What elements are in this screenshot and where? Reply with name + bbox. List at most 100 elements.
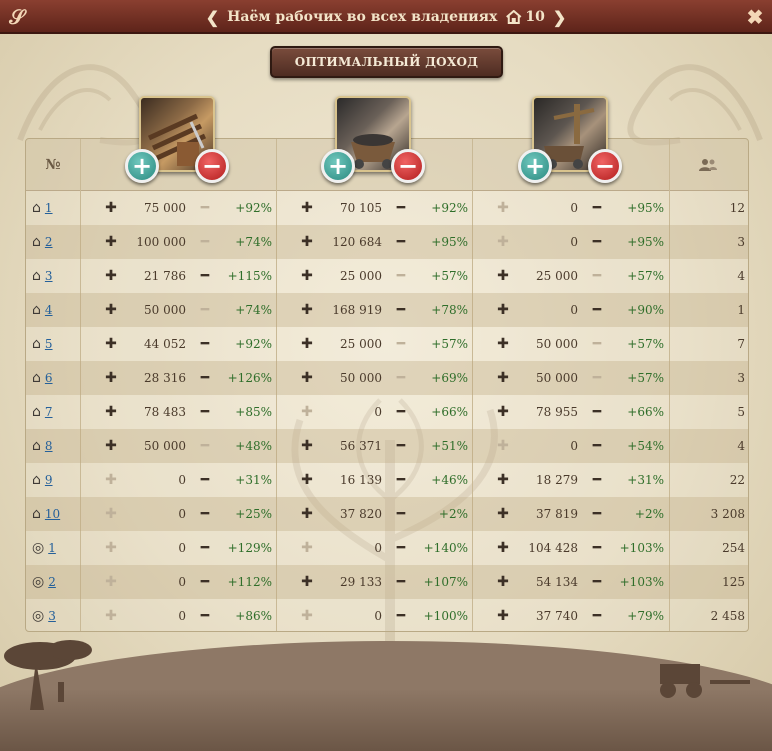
remove-worker-button[interactable]: ━ [198,497,212,531]
add-worker-button[interactable]: ✚ [496,191,510,225]
remove-worker-button[interactable]: ━ [590,497,604,531]
remove-worker-button[interactable]: ━ [394,327,408,361]
row-link[interactable]: 3 [45,269,53,283]
remove-worker-button[interactable]: ━ [394,361,408,395]
add-worker-button[interactable]: ✚ [300,327,314,361]
add-worker-button[interactable]: ✚ [104,565,118,599]
remove-worker-button[interactable]: ━ [198,531,212,565]
add-worker-button[interactable]: ✚ [496,259,510,293]
add-worker-button[interactable]: ✚ [496,497,510,531]
row-link[interactable]: 2 [45,235,53,249]
add-worker-button[interactable]: ✚ [104,327,118,361]
add-worker-button[interactable]: ✚ [300,191,314,225]
add-worker-button[interactable]: ✚ [104,497,118,531]
add-all-stone-button[interactable]: + [321,149,355,183]
add-worker-button[interactable]: ✚ [496,225,510,259]
add-worker-button[interactable]: ✚ [104,429,118,463]
remove-worker-button[interactable]: ━ [590,531,604,565]
remove-worker-button[interactable]: ━ [198,191,212,225]
add-worker-button[interactable]: ✚ [300,599,314,633]
add-worker-button[interactable]: ✚ [496,327,510,361]
add-worker-button[interactable]: ✚ [104,225,118,259]
add-worker-button[interactable]: ✚ [300,293,314,327]
add-worker-button[interactable]: ✚ [104,259,118,293]
remove-worker-button[interactable]: ━ [590,225,604,259]
row-link[interactable]: 9 [45,473,53,487]
remove-worker-button[interactable]: ━ [394,497,408,531]
add-worker-button[interactable]: ✚ [300,361,314,395]
chevron-left-icon[interactable]: ❮ [206,8,219,27]
add-worker-button[interactable]: ✚ [300,565,314,599]
add-worker-button[interactable]: ✚ [104,395,118,429]
add-worker-button[interactable]: ✚ [496,531,510,565]
row-link[interactable]: 7 [45,405,53,419]
remove-worker-button[interactable]: ━ [394,599,408,633]
row-link[interactable]: 1 [45,201,53,215]
remove-worker-button[interactable]: ━ [198,429,212,463]
row-link[interactable]: 3 [48,609,56,623]
remove-worker-button[interactable]: ━ [394,293,408,327]
remove-worker-button[interactable]: ━ [590,361,604,395]
add-worker-button[interactable]: ✚ [496,599,510,633]
remove-worker-button[interactable]: ━ [590,395,604,429]
remove-worker-button[interactable]: ━ [394,259,408,293]
remove-worker-button[interactable]: ━ [198,327,212,361]
add-worker-button[interactable]: ✚ [300,531,314,565]
remove-all-ore-button[interactable]: − [588,149,622,183]
add-worker-button[interactable]: ✚ [104,463,118,497]
remove-worker-button[interactable]: ━ [198,225,212,259]
add-worker-button[interactable]: ✚ [496,463,510,497]
add-worker-button[interactable]: ✚ [300,395,314,429]
remove-worker-button[interactable]: ━ [198,293,212,327]
remove-worker-button[interactable]: ━ [198,259,212,293]
add-worker-button[interactable]: ✚ [104,361,118,395]
row-link[interactable]: 1 [48,541,56,555]
remove-worker-button[interactable]: ━ [590,191,604,225]
remove-worker-button[interactable]: ━ [590,327,604,361]
add-worker-button[interactable]: ✚ [496,361,510,395]
remove-worker-button[interactable]: ━ [394,531,408,565]
row-link[interactable]: 6 [45,371,53,385]
row-link[interactable]: 5 [45,337,53,351]
add-worker-button[interactable]: ✚ [496,293,510,327]
add-worker-button[interactable]: ✚ [104,599,118,633]
remove-worker-button[interactable]: ━ [590,293,604,327]
remove-worker-button[interactable]: ━ [198,395,212,429]
remove-worker-button[interactable]: ━ [394,191,408,225]
add-worker-button[interactable]: ✚ [300,429,314,463]
chevron-right-icon[interactable]: ❯ [553,8,566,27]
add-worker-button[interactable]: ✚ [104,531,118,565]
close-icon[interactable]: ✖ [744,6,766,28]
remove-worker-button[interactable]: ━ [590,599,604,633]
remove-worker-button[interactable]: ━ [394,463,408,497]
remove-worker-button[interactable]: ━ [394,565,408,599]
swirl-menu-icon[interactable]: 𝒮 [6,6,28,28]
add-worker-button[interactable]: ✚ [300,225,314,259]
remove-worker-button[interactable]: ━ [198,463,212,497]
add-worker-button[interactable]: ✚ [496,429,510,463]
remove-worker-button[interactable]: ━ [590,463,604,497]
remove-all-wood-button[interactable]: − [195,149,229,183]
row-link[interactable]: 4 [45,303,53,317]
add-worker-button[interactable]: ✚ [104,293,118,327]
add-worker-button[interactable]: ✚ [496,565,510,599]
remove-worker-button[interactable]: ━ [394,429,408,463]
add-worker-button[interactable]: ✚ [300,497,314,531]
remove-worker-button[interactable]: ━ [590,259,604,293]
add-worker-button[interactable]: ✚ [104,191,118,225]
remove-worker-button[interactable]: ━ [198,565,212,599]
add-worker-button[interactable]: ✚ [496,395,510,429]
remove-worker-button[interactable]: ━ [590,429,604,463]
add-worker-button[interactable]: ✚ [300,463,314,497]
add-all-ore-button[interactable]: + [518,149,552,183]
row-link[interactable]: 10 [45,507,60,521]
add-worker-button[interactable]: ✚ [300,259,314,293]
row-link[interactable]: 8 [45,439,53,453]
remove-worker-button[interactable]: ━ [394,225,408,259]
remove-worker-button[interactable]: ━ [394,395,408,429]
optimal-income-button[interactable]: ОПТИМАЛЬНЫЙ ДОХОД [270,46,503,78]
add-all-wood-button[interactable]: + [125,149,159,183]
remove-worker-button[interactable]: ━ [198,361,212,395]
remove-all-stone-button[interactable]: − [391,149,425,183]
remove-worker-button[interactable]: ━ [590,565,604,599]
